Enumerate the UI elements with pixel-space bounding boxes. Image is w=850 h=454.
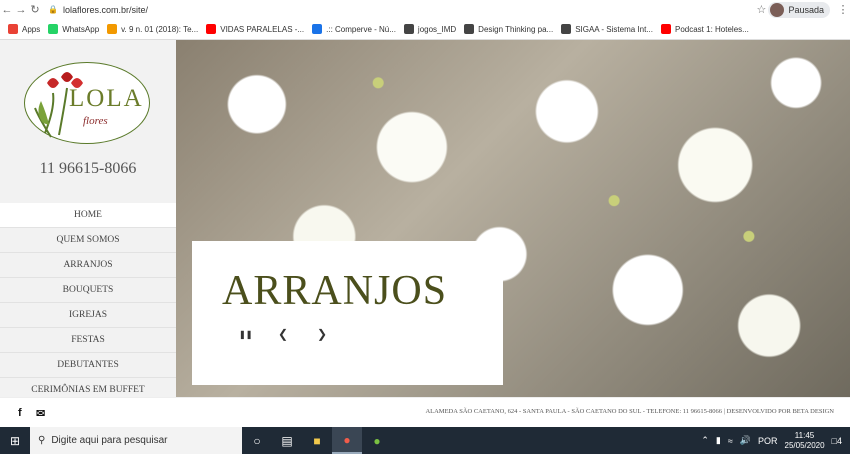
bookmark-icon	[661, 24, 671, 34]
slide-caption: ARRANJOS ❚❚ ❮ ❯	[192, 241, 503, 385]
clock[interactable]: 11:45 25/05/2020	[785, 431, 825, 451]
footer: f ✉ ALAMEDA SÃO CAETANO, 624 - SANTA PAU…	[0, 397, 850, 427]
menu-item-igrejas[interactable]: IGREJAS	[0, 303, 176, 328]
chevron-left-icon[interactable]: ❮	[278, 327, 288, 341]
clock-time: 11:45	[794, 430, 815, 440]
reload-icon[interactable]: ↻	[28, 3, 42, 16]
notification-count: 4	[836, 435, 842, 446]
email-icon[interactable]: ✉	[36, 407, 45, 420]
taskbar: ⊞ ⚲ Digite aqui para pesquisar ○ ▤ ■ ● ●…	[0, 427, 850, 454]
browser-toolbar: ← → ↻ 🔒 lolaflores.com.br/site/ ☆ Pausad…	[0, 0, 850, 19]
profile-button[interactable]: Pausada	[768, 1, 830, 18]
bookmark-item[interactable]: Apps	[8, 24, 40, 34]
chrome-icon[interactable]: ●	[332, 427, 362, 454]
logo-text: LOLA	[69, 85, 144, 112]
bookmark-label: .:: Comperve - Nú...	[326, 24, 396, 34]
bookmark-item[interactable]: VIDAS PARALELAS -...	[206, 24, 304, 34]
bookmark-icon	[312, 24, 323, 34]
forward-icon[interactable]: →	[14, 4, 28, 16]
menu-item-home[interactable]: HOME	[0, 203, 176, 228]
bookmark-icon	[403, 24, 414, 34]
menu-item-debutantes[interactable]: DEBUTANTES	[0, 353, 176, 378]
menu-item-bouquets[interactable]: BOUQUETS	[0, 278, 176, 303]
bookmark-label: v. 9 n. 01 (2018): Te...	[121, 24, 199, 34]
language-indicator[interactable]: POR	[758, 436, 778, 446]
pause-icon[interactable]: ❚❚	[239, 330, 252, 339]
lock-icon: 🔒	[48, 5, 58, 14]
windows-start-icon[interactable]: ⊞	[0, 434, 30, 448]
bookmarks-bar: Apps WhatsApp v. 9 n. 01 (2018): Te... VIDA…	[0, 19, 850, 40]
bookmark-label: jogos_IMD	[417, 24, 457, 34]
footer-address: ALAMEDA SÃO CAETANO, 624 - SANTA PAULA -…	[425, 408, 834, 415]
bookmark-item[interactable]: Design Thinking pa...	[464, 24, 553, 34]
logo[interactable]: LOLA flores	[24, 62, 150, 144]
address-bar[interactable]: 🔒 lolaflores.com.br/site/	[48, 5, 754, 15]
search-icon: ⚲	[38, 435, 46, 446]
facebook-icon[interactable]: f	[18, 407, 22, 419]
bookmark-label: Apps	[22, 24, 41, 34]
chevron-right-icon[interactable]: ❯	[317, 327, 327, 341]
bookmark-icon	[206, 24, 217, 34]
menu-item-cerim-nias-em-buffet[interactable]: CERIMÔNIAS EM BUFFET	[0, 378, 176, 397]
bookmark-item[interactable]: jogos_IMD	[403, 24, 457, 34]
menu-dots-icon[interactable]: ⋮	[836, 3, 850, 16]
bookmark-icon	[464, 24, 475, 34]
bookmark-label: Design Thinking pa...	[478, 24, 554, 34]
notifications-icon[interactable]: □4	[832, 436, 842, 446]
logo-subtitle: flores	[83, 115, 108, 127]
menu-item-festas[interactable]: FESTAS	[0, 328, 176, 353]
system-tray: ⌃ ▮ ≈ 🔊 POR 11:45 25/05/2020 □4	[701, 431, 850, 451]
hero-slider[interactable]: ARRANJOS ❚❚ ❮ ❯	[176, 40, 850, 397]
menu-item-arranjos[interactable]: ARRANJOS	[0, 253, 176, 278]
bookmark-icon	[107, 24, 118, 34]
search-placeholder: Digite aqui para pesquisar	[51, 435, 168, 446]
back-icon[interactable]: ←	[0, 4, 14, 16]
app-icon[interactable]: ●	[362, 427, 392, 454]
bookmark-item[interactable]: Podcast 1: Hoteles...	[661, 24, 749, 34]
sidebar: LOLA flores 11 96615-8066 HOME QUEM SOMOS…	[0, 40, 176, 397]
task-view-icon[interactable]: ▤	[272, 427, 302, 454]
bookmark-label: Podcast 1: Hoteles...	[675, 24, 749, 34]
bookmark-item[interactable]: v. 9 n. 01 (2018): Te...	[107, 24, 198, 34]
url-text[interactable]: lolaflores.com.br/site/	[63, 5, 148, 15]
battery-icon[interactable]: ▮	[716, 435, 721, 446]
menu-item-quem-somos[interactable]: QUEM SOMOS	[0, 228, 176, 253]
wifi-icon[interactable]: ≈	[728, 436, 733, 446]
file-explorer-icon[interactable]: ■	[302, 427, 332, 454]
slide-title: ARRANJOS	[222, 268, 448, 314]
avatar	[770, 2, 785, 17]
bookmark-label: WhatsApp	[62, 24, 100, 34]
bookmark-label: SIGAA - Sistema Int...	[575, 24, 653, 34]
bookmark-icon	[48, 24, 59, 34]
clock-date: 25/05/2020	[784, 440, 825, 450]
phone-number: 11 96615-8066	[39, 160, 137, 177]
bookmark-item[interactable]: SIGAA - Sistema Int...	[561, 24, 653, 34]
bookmark-item[interactable]: WhatsApp	[48, 24, 99, 34]
bookmark-icon	[561, 24, 572, 34]
taskbar-search[interactable]: ⚲ Digite aqui para pesquisar	[30, 427, 242, 454]
tray-chevron-icon[interactable]: ⌃	[701, 435, 709, 446]
bookmark-icon	[8, 24, 18, 34]
star-icon[interactable]: ☆	[754, 3, 768, 16]
cortana-icon[interactable]: ○	[242, 427, 272, 454]
bookmark-label: VIDAS PARALELAS -...	[220, 24, 305, 34]
main-menu: HOME QUEM SOMOS ARRANJOS BOUQUETS IGREJAS FES…	[0, 203, 176, 397]
page: LOLA flores 11 96615-8066 HOME QUEM SOMOS…	[0, 40, 850, 397]
bookmark-item[interactable]: .:: Comperve - Nú...	[312, 24, 396, 34]
profile-label: Pausada	[788, 4, 824, 15]
volume-icon[interactable]: 🔊	[740, 435, 751, 446]
